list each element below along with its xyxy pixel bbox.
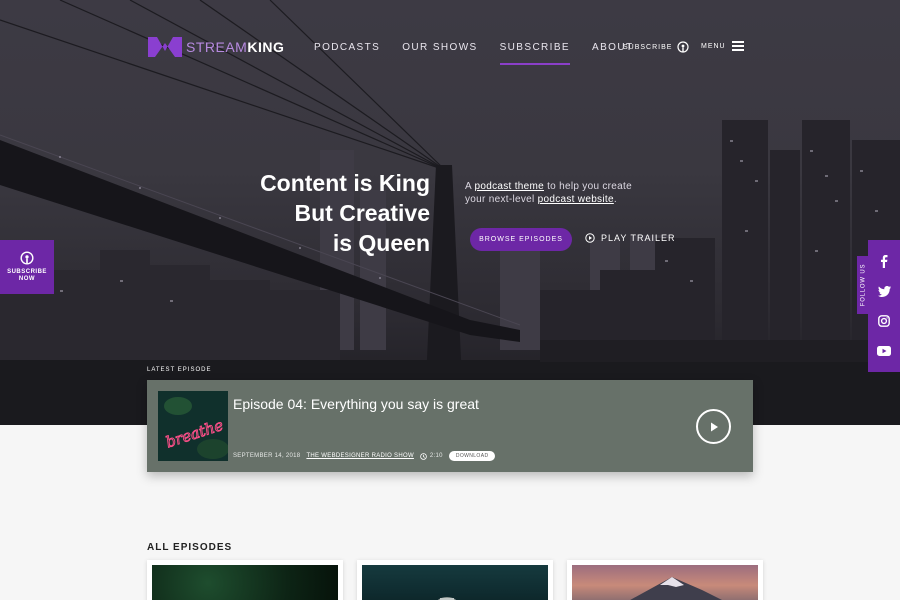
play-trailer-label: PLAY TRAILER xyxy=(601,233,676,243)
play-circle-icon xyxy=(585,233,595,243)
nav-podcasts[interactable]: PODCASTS xyxy=(314,42,380,65)
latest-episode-label: LATEST EPISODE xyxy=(147,367,212,373)
podcast-icon xyxy=(20,251,34,265)
play-trailer-button[interactable]: PLAY TRAILER xyxy=(585,233,676,243)
episode-card-image xyxy=(152,565,338,600)
episode-play-button[interactable] xyxy=(696,409,731,444)
header-subscribe-button[interactable]: SUBSCRIBE xyxy=(623,41,690,53)
hero-tagline: A podcast theme to help you create your … xyxy=(465,181,632,205)
headline-line-2: But Creative xyxy=(294,200,430,226)
episode-card-image xyxy=(572,565,758,600)
nav-our-shows[interactable]: OUR SHOWS xyxy=(402,42,477,65)
podcast-theme-link[interactable]: podcast theme xyxy=(475,181,545,192)
headline-line-3: is Queen xyxy=(332,230,430,256)
hero-section: STREAMKING PODCASTS OUR SHOWS SUBSCRIBE … xyxy=(0,0,900,425)
episode-card[interactable] xyxy=(567,560,763,600)
duration-value: 2:10 xyxy=(429,453,443,459)
neon-sign-image: breathe xyxy=(158,391,228,461)
nav-subscribe[interactable]: SUBSCRIBE xyxy=(499,42,571,65)
subscribe-now-label: SUBSCRIBE NOW xyxy=(7,269,47,282)
brand-name: STREAMKING xyxy=(186,39,285,55)
menu-label: MENU xyxy=(701,42,726,50)
hamburger-icon xyxy=(731,41,744,51)
twitter-icon[interactable] xyxy=(877,284,891,298)
episode-meta: SEPTEMBER 14, 2018 THE WEBDESIGNER RADIO… xyxy=(233,451,496,461)
podcast-icon xyxy=(677,41,690,53)
facebook-icon[interactable] xyxy=(877,254,891,268)
follow-us-label: FOLLOW US xyxy=(860,263,867,307)
header-menu-button[interactable]: MENU xyxy=(701,41,744,51)
episode-date: SEPTEMBER 14, 2018 xyxy=(233,453,301,459)
podcast-website-link[interactable]: podcast website xyxy=(538,194,614,205)
social-sidebar xyxy=(868,240,900,372)
headline-line-1: Content is King xyxy=(260,170,430,196)
instagram-icon[interactable] xyxy=(877,314,891,328)
hero-headline: Content is King But Creative is Queen xyxy=(230,168,430,258)
episode-duration: 2:10 xyxy=(420,452,443,460)
subscribe-now-widget[interactable]: SUBSCRIBE NOW xyxy=(0,240,54,294)
episode-title[interactable]: Episode 04: Everything you say is great xyxy=(233,396,479,412)
main-nav: PODCASTS OUR SHOWS SUBSCRIBE ABOUT xyxy=(314,42,633,65)
episode-card[interactable] xyxy=(357,560,553,600)
brand-logo[interactable]: STREAMKING xyxy=(148,37,284,57)
episode-show-link[interactable]: THE WEBDESIGNER RADIO SHOW xyxy=(306,453,413,459)
browse-episodes-button[interactable]: BROWSE EPISODES xyxy=(470,228,572,251)
header-subscribe-label: SUBSCRIBE xyxy=(623,43,673,51)
latest-episode-card[interactable]: breathe Episode 04: Everything you say i… xyxy=(147,380,753,472)
download-button[interactable]: DOWNLOAD xyxy=(448,451,496,461)
episodes-grid xyxy=(147,560,763,600)
all-episodes-heading: ALL EPISODES xyxy=(147,542,233,553)
episode-card[interactable] xyxy=(147,560,343,600)
episode-thumbnail: breathe xyxy=(158,391,228,461)
youtube-icon[interactable] xyxy=(877,344,891,358)
episode-card-image xyxy=(362,565,548,600)
clock-icon xyxy=(420,452,427,460)
logo-mark-icon xyxy=(148,37,182,57)
play-icon xyxy=(710,422,718,431)
